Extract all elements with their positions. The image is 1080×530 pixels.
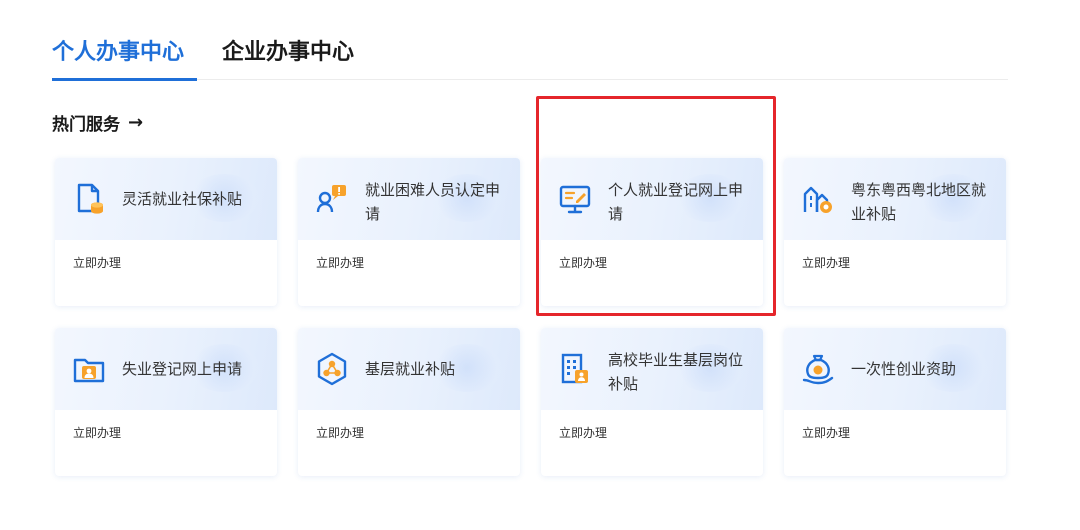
service-card-difficult-employment[interactable]: 就业困难人员认定申请 立即办理 <box>298 158 520 306</box>
building-grid-icon <box>561 353 588 384</box>
apply-now-link[interactable]: 立即办理 <box>316 254 364 271</box>
card-title: 灵活就业社保补贴 <box>122 190 243 208</box>
apply-now-link[interactable]: 立即办理 <box>559 254 607 271</box>
apply-now-link[interactable]: 立即办理 <box>802 254 850 271</box>
card-title: 就业困难人员认定申请 <box>365 181 501 223</box>
apply-now-link[interactable]: 立即办理 <box>559 424 607 441</box>
active-tab-underline <box>52 78 197 81</box>
apply-now-link[interactable]: 立即办理 <box>802 424 850 441</box>
card-title: 个人就业登记网上申请 <box>608 181 744 223</box>
service-card-regional-subsidy[interactable]: 粤东粤西粤北地区就业补贴 立即办理 <box>784 158 1006 306</box>
card-title: 高校毕业生基层岗位补贴 <box>608 351 744 393</box>
card-title: 一次性创业资助 <box>851 360 957 378</box>
tab-personal-center[interactable]: 个人办事中心 <box>52 34 184 66</box>
hexagon-network-icon <box>317 352 347 386</box>
hot-services-heading[interactable]: 热门服务 → <box>52 110 143 135</box>
folder-person-icon <box>73 358 105 383</box>
moneybag-hand-icon <box>802 354 834 385</box>
service-card-employment-registration[interactable]: 个人就业登记网上申请 立即办理 <box>541 158 763 306</box>
service-card-flexible-employment[interactable]: 灵活就业社保补贴 立即办理 <box>55 158 277 306</box>
buildings-coin-icon <box>803 186 832 213</box>
document-coins-icon <box>77 183 103 214</box>
tab-bar: 个人办事中心 企业办事中心 <box>52 28 1008 81</box>
service-card-grassroots-subsidy[interactable]: 基层就业补贴 立即办理 <box>298 328 520 476</box>
apply-now-link[interactable]: 立即办理 <box>73 424 121 441</box>
service-card-unemployment-registration[interactable]: 失业登记网上申请 立即办理 <box>55 328 277 476</box>
tab-enterprise-center[interactable]: 企业办事中心 <box>222 34 354 66</box>
card-title: 粤东粤西粤北地区就业补贴 <box>851 181 987 223</box>
apply-now-link[interactable]: 立即办理 <box>316 424 364 441</box>
service-card-startup-funding[interactable]: 一次性创业资助 立即办理 <box>784 328 1006 476</box>
person-alert-icon <box>316 185 346 213</box>
card-title: 基层就业补贴 <box>365 360 456 378</box>
card-title: 失业登记网上申请 <box>122 360 243 378</box>
service-card-graduate-subsidy[interactable]: 高校毕业生基层岗位补贴 立即办理 <box>541 328 763 476</box>
hot-services-title: 热门服务 <box>52 115 120 135</box>
apply-now-link[interactable]: 立即办理 <box>73 254 121 271</box>
arrow-right-icon: → <box>128 112 144 133</box>
monitor-edit-icon <box>559 185 591 214</box>
